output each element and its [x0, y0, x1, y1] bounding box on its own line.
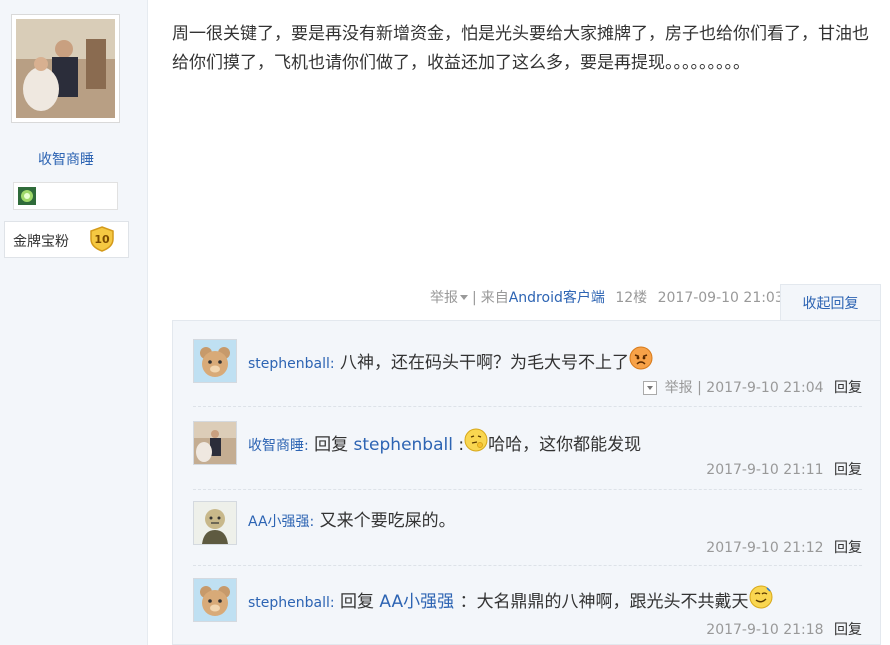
meta-separator: |: [472, 290, 477, 306]
fan-badge[interactable]: 金牌宝粉 10: [4, 221, 129, 258]
reply-meta: 2017-9-10 21:18 回复: [706, 619, 862, 639]
post-timestamp: 2017-09-10 21:03: [657, 290, 784, 306]
reply-username[interactable]: AA小强强:: [248, 514, 314, 530]
reply-meta: 2017-9-10 21:11 回复: [706, 459, 862, 479]
fan-level-shield-icon: 10: [90, 226, 114, 252]
gem-icon: [18, 187, 36, 205]
reply-button[interactable]: 回复: [834, 462, 862, 478]
reply-prefix: 回复: [340, 592, 375, 612]
chevron-down-icon: [460, 295, 468, 300]
reply-text: 哈哈，这你都能发现: [488, 435, 642, 455]
author-avatar-photo: [16, 19, 115, 118]
reply-text: 大名鼎鼎的八神啊，跟光头不共戴天: [476, 592, 749, 612]
reply-content: AA小强强: 又来个要吃屎的。: [248, 506, 456, 531]
reply-button[interactable]: 回复: [834, 380, 862, 396]
reply-timestamp: 2017-9-10 21:11: [706, 462, 824, 478]
reply-divider: [193, 489, 862, 490]
reply-prefix: 回复: [314, 435, 349, 455]
reply-timestamp: 2017-9-10 21:12: [706, 540, 824, 556]
collapse-replies-button[interactable]: 收起回复: [780, 284, 881, 321]
reply-divider: [193, 565, 862, 566]
reply-button[interactable]: 回复: [834, 540, 862, 556]
reply-avatar[interactable]: [193, 421, 237, 465]
source-client-link[interactable]: Android客户端: [509, 290, 605, 306]
fan-badge-label: 金牌宝粉: [13, 234, 69, 250]
reply-text: 八神，还在码头干啊？为毛大号不上了: [340, 353, 630, 373]
reply-username[interactable]: stephenball:: [248, 595, 335, 611]
reply-text: 又来个要吃屎的。: [319, 511, 456, 531]
reply-item: AA小强强: 又来个要吃屎的。 2017-9-10 21:12 回复: [193, 501, 862, 561]
reply-avatar[interactable]: [193, 578, 237, 622]
author-small-badge: [13, 182, 118, 210]
reply-timestamp: 2017-9-10 21:18: [706, 622, 824, 638]
report-link[interactable]: 举报: [430, 290, 468, 306]
post-meta: 举报 | 来自Android客户端 12楼 2017-09-10 21:03: [430, 287, 784, 307]
reply-panel: stephenball: 八神，还在码头干啊？为毛大号不上了 举报 | 2017…: [172, 320, 881, 645]
reply-item: stephenball: 回复 AA小强强 ：大名鼎鼎的八神啊，跟光头不共戴天 …: [193, 578, 862, 638]
reply-content: stephenball: 八神，还在码头干啊？为毛大号不上了: [248, 346, 653, 373]
dropdown-icon[interactable]: [642, 381, 657, 395]
fan-level-number: 10: [94, 233, 110, 246]
meta-separator: |: [697, 380, 702, 396]
reply-meta: 举报 | 2017-9-10 21:04 回复: [642, 377, 862, 397]
reply-avatar[interactable]: [193, 501, 237, 545]
angry-face-emoji-icon: [629, 346, 653, 370]
reply-content: stephenball: 回复 AA小强强 ：大名鼎鼎的八神啊，跟光头不共戴天: [248, 585, 773, 612]
reply-avatar[interactable]: [193, 339, 237, 383]
smug-face-emoji-icon: [749, 585, 773, 609]
reply-divider: [193, 406, 862, 407]
reply-username[interactable]: stephenball:: [248, 356, 335, 372]
reply-to-username[interactable]: AA小强强: [379, 592, 454, 612]
post-content: 周一很关键了，要是再没有新增资金，怕是光头要给大家摊牌了，房子也给你们看了，甘油…: [172, 24, 869, 73]
reply-content: 收智商睡: 回复 stephenball : 哈哈，这你都能发现: [248, 428, 641, 455]
reply-to-username[interactable]: stephenball: [354, 435, 453, 455]
thinking-face-emoji-icon: [464, 428, 488, 452]
reply-item: stephenball: 八神，还在码头干啊？为毛大号不上了 举报 | 2017…: [193, 339, 862, 399]
reply-username[interactable]: 收智商睡:: [248, 438, 309, 454]
author-sidebar: 收智商睡 金牌宝粉 10: [0, 0, 148, 645]
author-name[interactable]: 收智商睡: [0, 149, 132, 169]
reply-timestamp: 2017-9-10 21:04: [706, 380, 824, 396]
reply-button[interactable]: 回复: [834, 622, 862, 638]
source-prefix: 来自: [480, 290, 509, 306]
reply-item: 收智商睡: 回复 stephenball : 哈哈，这你都能发现 2017-9-1…: [193, 421, 862, 481]
reply-report-link[interactable]: 举报: [665, 380, 693, 396]
floor-number: 12楼: [615, 290, 648, 306]
author-avatar[interactable]: [11, 14, 120, 123]
reply-colon: ：: [459, 592, 477, 612]
reply-meta: 2017-9-10 21:12 回复: [706, 537, 862, 557]
